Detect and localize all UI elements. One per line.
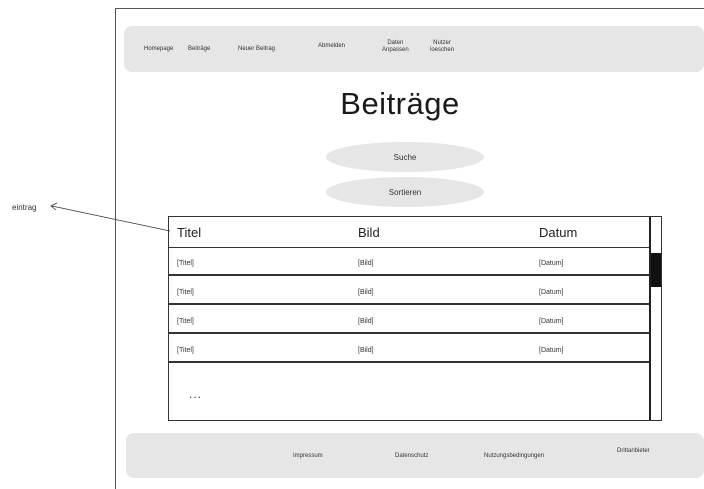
annotation-arrow-icon	[50, 202, 171, 232]
